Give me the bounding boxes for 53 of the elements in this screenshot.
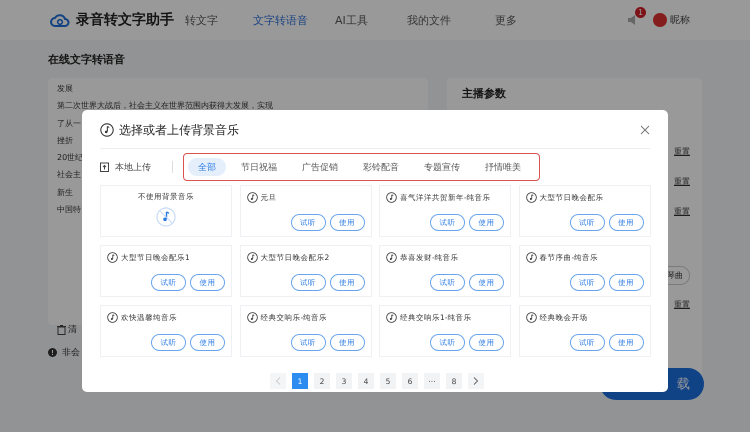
app-logo-text: 录音转文字助手 [76,11,174,29]
text-line: 社会主 [57,169,81,182]
reset-link[interactable]: 重置 [674,299,690,329]
cloud-logo-icon [50,13,70,27]
category-tab[interactable]: 抒情唯美 [475,158,531,176]
nav-link[interactable]: AI工具 [335,12,407,28]
music-note-icon [526,252,536,263]
upload-icon [100,162,109,172]
nav-link[interactable]: 文字转语音 [253,12,335,28]
notice-text: 非会 [62,346,80,359]
text-line: 挫折 [57,134,73,147]
music-off-icon [156,207,176,227]
user-name[interactable]: 昵称 [670,13,690,27]
dialog-title: 选择或者上传背景音乐 [119,122,239,138]
category-tab[interactable]: 专题宣传 [414,158,470,176]
text-line: 发展 [57,83,73,95]
reset-link[interactable]: 重置 [674,176,690,206]
music-note-icon [386,312,397,323]
music-note-icon [246,252,258,263]
nav-link[interactable]: 我的文件 [407,12,495,28]
music-note-icon [386,192,397,203]
music-note-icon [246,192,258,203]
text-line: 中国特 [57,204,81,216]
notification-badge: 1 [635,7,646,18]
music-note-icon [526,312,536,323]
close-button[interactable] [640,125,650,135]
next-page-button[interactable] [468,373,484,389]
clear-label[interactable]: 清 [68,323,77,336]
trash-icon[interactable] [57,324,66,334]
nav-link[interactable]: 更多 [495,12,545,28]
reset-link[interactable]: 重置 [674,206,690,236]
music-note-icon [100,123,114,137]
music-note-icon [526,192,536,203]
text-line: 了从一 [57,118,81,130]
music-note-icon [246,312,258,323]
category-tab[interactable]: 彩铃配音 [353,158,409,176]
text-line: 新生 [57,186,73,199]
chevron-left-icon [275,377,281,385]
avatar-icon[interactable] [653,13,667,27]
panel-title: 主播参数 [462,86,507,101]
upload-button[interactable]: 本地上传 [100,160,172,174]
category-tab[interactable]: 节日祝福 [231,158,287,176]
category-tab[interactable]: 全部 [188,158,226,176]
music-note-icon [107,312,118,323]
page-title: 在线文字转语音 [48,52,126,67]
text-line: 第二次世界大战后，社会主义在世界范围内获得大发展，实现 [57,100,273,112]
info-icon [48,348,57,357]
category-tab[interactable]: 广告促销 [292,158,348,176]
reset-link[interactable]: 重置 [674,146,690,176]
chevron-right-icon [473,377,479,385]
nav-link[interactable]: 转文字 [185,12,253,28]
music-note-icon [107,252,118,263]
music-note-icon [386,252,397,263]
